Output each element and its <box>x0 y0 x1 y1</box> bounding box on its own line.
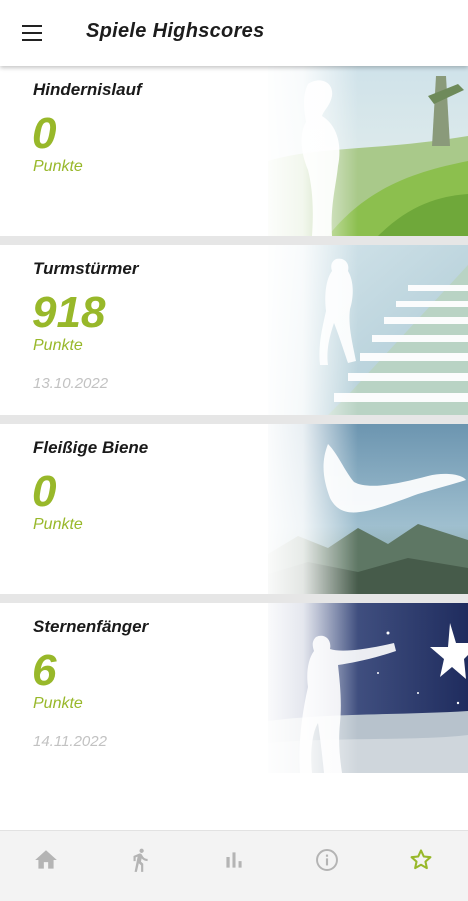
card-separator <box>0 415 468 424</box>
info-icon[interactable] <box>307 847 347 883</box>
score-date: 13.10.2022 <box>33 375 109 392</box>
game-card-turmstuermer[interactable]: Turmstürmer 918 Punkte 13.10.2022 <box>0 245 468 415</box>
game-title: Hindernislauf <box>33 80 142 99</box>
score-date: 14.11.2022 <box>33 733 107 750</box>
artwork-fade <box>258 245 358 415</box>
card-separator <box>0 594 468 603</box>
score-value: 918 <box>32 288 106 337</box>
artwork-fade <box>258 603 358 773</box>
bar-chart-icon[interactable] <box>214 847 254 883</box>
score-value: 6 <box>32 646 57 695</box>
game-card-fleissige-biene[interactable]: Fleißige Biene 0 Punkte <box>0 424 468 594</box>
card-separator <box>0 236 468 245</box>
running-icon[interactable] <box>120 847 160 883</box>
game-card-hindernislauf[interactable]: Hindernislauf 0 Punkte <box>0 66 468 236</box>
game-title: Turmstürmer <box>33 259 139 278</box>
star-icon[interactable] <box>401 847 441 883</box>
game-title: Fleißige Biene <box>33 438 149 457</box>
bottom-navigation <box>0 830 468 901</box>
score-unit: Punkte <box>33 158 83 175</box>
score-unit: Punkte <box>33 337 83 354</box>
page-title: Spiele Highscores <box>86 20 265 42</box>
score-value: 0 <box>32 109 57 158</box>
app-bar: Spiele Highscores <box>0 0 468 66</box>
artwork-fade <box>258 424 358 594</box>
home-icon[interactable] <box>26 847 66 883</box>
hamburger-menu-icon[interactable] <box>20 22 46 44</box>
score-value: 0 <box>32 467 57 516</box>
artwork-fade <box>258 66 358 236</box>
score-unit: Punkte <box>33 695 83 712</box>
score-unit: Punkte <box>33 516 83 533</box>
game-card-sternenfaenger[interactable]: Sternenfänger 6 Punkte 14.11.2022 <box>0 603 468 773</box>
game-title: Sternenfänger <box>33 617 149 636</box>
